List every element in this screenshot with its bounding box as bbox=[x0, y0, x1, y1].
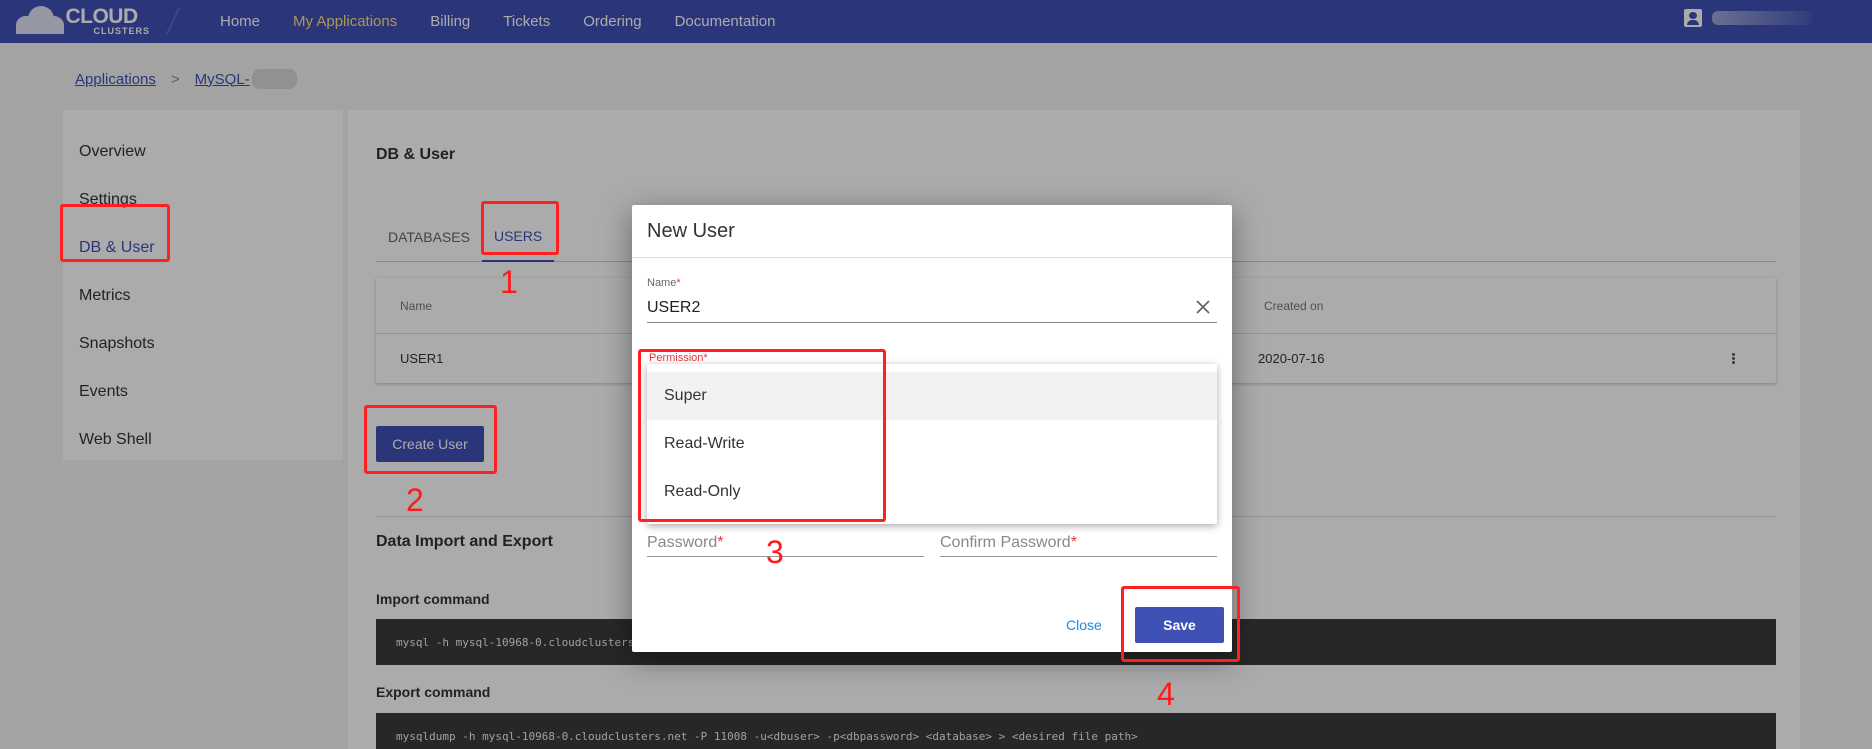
dialog-title: New User bbox=[647, 220, 735, 242]
annotation-box-save bbox=[1121, 586, 1240, 662]
confirm-password-field[interactable]: Confirm Password * bbox=[940, 529, 1217, 557]
annotation-box-create-user bbox=[364, 405, 497, 474]
annotation-number-3: 3 bbox=[766, 534, 784, 570]
clear-icon[interactable] bbox=[1193, 297, 1213, 317]
annotation-box-users-tab bbox=[481, 201, 559, 255]
annotation-number-4: 4 bbox=[1157, 676, 1175, 712]
name-required-mark: * bbox=[676, 277, 681, 289]
dialog-title-divider bbox=[632, 257, 1232, 258]
confirm-required-mark: * bbox=[1070, 533, 1077, 551]
password-label: Password bbox=[647, 533, 718, 551]
annotation-number-2: 2 bbox=[406, 482, 424, 518]
password-required-mark: * bbox=[717, 533, 724, 551]
annotation-number-1: 1 bbox=[500, 264, 518, 300]
close-button[interactable]: Close bbox=[1066, 617, 1102, 633]
annotation-box-permission bbox=[638, 349, 886, 522]
name-input[interactable] bbox=[647, 293, 1217, 323]
name-field-label: Name bbox=[647, 277, 677, 289]
annotation-box-db-user bbox=[60, 204, 170, 262]
password-field[interactable]: Password * bbox=[647, 529, 924, 557]
confirm-password-label: Confirm Password bbox=[940, 533, 1071, 551]
